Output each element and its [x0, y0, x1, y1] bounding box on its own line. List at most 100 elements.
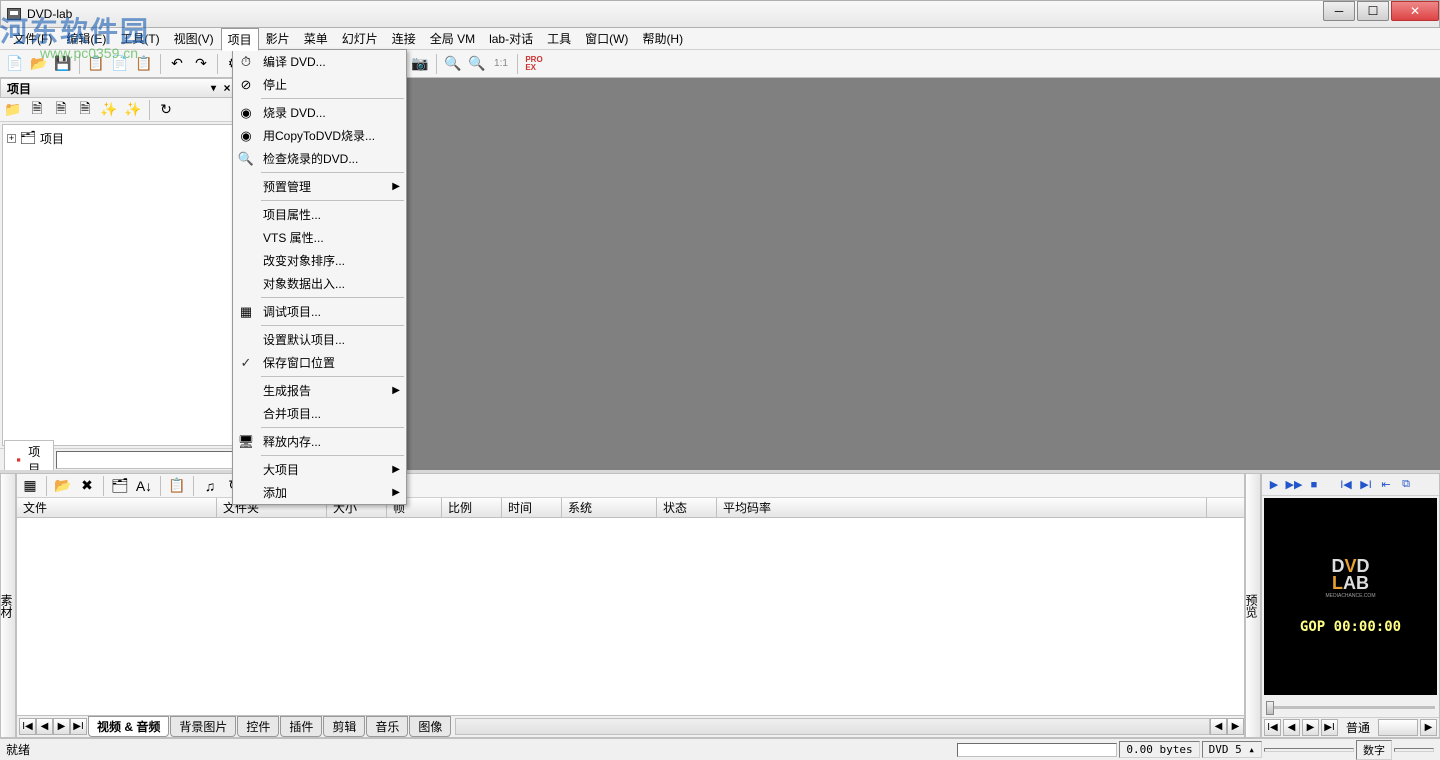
menu-item[interactable]: 🖥释放内存...: [233, 430, 406, 453]
close-button[interactable]: ✕: [1391, 1, 1439, 21]
toolbar-button[interactable]: 📋: [166, 475, 188, 497]
status-disc[interactable]: DVD 5 ▴: [1202, 741, 1262, 758]
toolbar-button[interactable]: 🗎: [26, 99, 48, 121]
scroll-btn[interactable]: ▶: [1227, 718, 1244, 735]
toolbar-button[interactable]: 📋: [85, 53, 107, 75]
menu-7[interactable]: 幻灯片: [335, 27, 385, 50]
menu-item[interactable]: 合并项目...: [233, 402, 406, 425]
assets-table[interactable]: 文件文件夹大小帧比例时间系统状态平均码率: [17, 498, 1244, 715]
menu-item[interactable]: 大项目▶: [233, 458, 406, 481]
nav-next[interactable]: ▶: [1302, 719, 1319, 736]
forward-button[interactable]: ▶▶: [1286, 477, 1302, 493]
column-header[interactable]: 平均码率: [717, 498, 1207, 517]
menu-11[interactable]: 工具: [540, 27, 578, 50]
nav-end[interactable]: ▶: [1420, 719, 1437, 736]
toolbar-button[interactable]: ↻: [155, 99, 177, 121]
menu-item[interactable]: 🔍检查烧录的DVD...: [233, 147, 406, 170]
toolbar-button[interactable]: 📂: [52, 475, 74, 497]
toolbar-button[interactable]: PROEX: [523, 53, 545, 75]
column-header[interactable]: 比例: [442, 498, 502, 517]
menu-9[interactable]: 全局 VM: [423, 27, 482, 50]
toolbar-button[interactable]: 🗎: [74, 99, 96, 121]
menu-item[interactable]: ▦调试项目...: [233, 300, 406, 323]
menu-item[interactable]: 预置管理▶: [233, 175, 406, 198]
tab-nav[interactable]: ▶I: [70, 718, 87, 735]
asset-tab[interactable]: 图像: [409, 716, 451, 737]
menu-item[interactable]: ⊘停止: [233, 73, 406, 96]
mark-out-button[interactable]: ⧉: [1398, 477, 1414, 493]
mark-in-button[interactable]: ⇤: [1378, 477, 1394, 493]
next-button[interactable]: ▶I: [1358, 477, 1374, 493]
project-tab-input[interactable]: [56, 451, 235, 469]
tab-nav[interactable]: ▶: [53, 718, 70, 735]
toolbar-button[interactable]: 🗎: [50, 99, 72, 121]
dropdown-icon[interactable]: ▾: [211, 83, 216, 94]
menu-item[interactable]: 设置默认项目...: [233, 328, 406, 351]
toolbar-button[interactable]: ✨: [98, 99, 120, 121]
column-header[interactable]: 文件: [17, 498, 217, 517]
menu-item[interactable]: 项目属性...: [233, 203, 406, 226]
menu-item[interactable]: 生成报告▶: [233, 379, 406, 402]
toolbar-button[interactable]: ↷: [190, 53, 212, 75]
asset-tab[interactable]: 剪辑: [323, 716, 365, 737]
asset-tab[interactable]: 背景图片: [170, 716, 236, 737]
toolbar-button[interactable]: 📷: [409, 53, 431, 75]
toolbar-button[interactable]: ▦: [19, 475, 41, 497]
menu-1[interactable]: 编辑(E): [59, 27, 113, 50]
column-header[interactable]: 系统: [562, 498, 657, 517]
toolbar-button[interactable]: 📂: [28, 53, 50, 75]
maximize-button[interactable]: ☐: [1357, 1, 1389, 21]
menu-2[interactable]: 工具(T): [113, 27, 166, 50]
menu-0[interactable]: 文件(F): [6, 27, 59, 50]
menu-item[interactable]: ◉用CopyToDVD烧录...: [233, 124, 406, 147]
menu-10[interactable]: lab-对话: [482, 27, 540, 50]
minimize-button[interactable]: ─: [1323, 1, 1355, 21]
menu-item[interactable]: ⏱编译 DVD...: [233, 50, 406, 73]
tab-nav[interactable]: ◀: [36, 718, 53, 735]
toolbar-button[interactable]: 🗂: [109, 475, 131, 497]
toolbar-button[interactable]: 📁: [2, 99, 24, 121]
menu-4[interactable]: 项目: [221, 28, 259, 51]
menu-item[interactable]: ✓保存窗口位置: [233, 351, 406, 374]
nav-prev[interactable]: ◀: [1283, 719, 1300, 736]
expand-icon[interactable]: +: [7, 134, 16, 143]
asset-tab[interactable]: 音乐: [366, 716, 408, 737]
toolbar-button[interactable]: 📄: [4, 53, 26, 75]
toolbar-button[interactable]: ♫: [199, 475, 221, 497]
column-header[interactable]: 时间: [502, 498, 562, 517]
column-header[interactable]: 状态: [657, 498, 717, 517]
project-tree[interactable]: + 🗂 项目: [2, 124, 235, 446]
toolbar-button[interactable]: ✖: [76, 475, 98, 497]
nav-first[interactable]: I◀: [1264, 719, 1281, 736]
toolbar-button[interactable]: 1:1: [490, 53, 512, 75]
toolbar-button[interactable]: 🔍: [466, 53, 488, 75]
toolbar-button[interactable]: 📋: [133, 53, 155, 75]
asset-tab[interactable]: 插件: [280, 716, 322, 737]
toolbar-button[interactable]: 📄: [109, 53, 131, 75]
tab-nav[interactable]: I◀: [19, 718, 36, 735]
asset-tab[interactable]: 视频 & 音频: [88, 716, 169, 737]
asset-tab[interactable]: 控件: [237, 716, 279, 737]
toolbar-button[interactable]: ✨: [122, 99, 144, 121]
slider-thumb[interactable]: [1266, 701, 1274, 715]
menu-item[interactable]: VTS 属性...: [233, 226, 406, 249]
prev-button[interactable]: I◀: [1338, 477, 1354, 493]
menu-8[interactable]: 连接: [385, 27, 423, 50]
nav-last[interactable]: ▶I: [1321, 719, 1338, 736]
menu-item[interactable]: 添加▶: [233, 481, 406, 504]
toolbar-button[interactable]: 🔍: [442, 53, 464, 75]
menu-item[interactable]: ◉烧录 DVD...: [233, 101, 406, 124]
stop-button[interactable]: ■: [1306, 477, 1322, 493]
menu-item[interactable]: 对象数据出入...: [233, 272, 406, 295]
menu-3[interactable]: 视图(V): [167, 27, 221, 50]
scroll-btn[interactable]: ◀: [1210, 718, 1227, 735]
nav-scroll[interactable]: [1378, 719, 1418, 736]
menu-13[interactable]: 帮助(H): [635, 27, 690, 50]
toolbar-button[interactable]: 💾: [52, 53, 74, 75]
preview-slider[interactable]: [1262, 697, 1439, 717]
menu-5[interactable]: 影片: [259, 27, 297, 50]
play-button[interactable]: ▶: [1266, 477, 1282, 493]
tree-root-node[interactable]: + 🗂 项目: [7, 129, 230, 147]
menu-12[interactable]: 窗口(W): [578, 27, 635, 50]
menu-6[interactable]: 菜单: [297, 27, 335, 50]
